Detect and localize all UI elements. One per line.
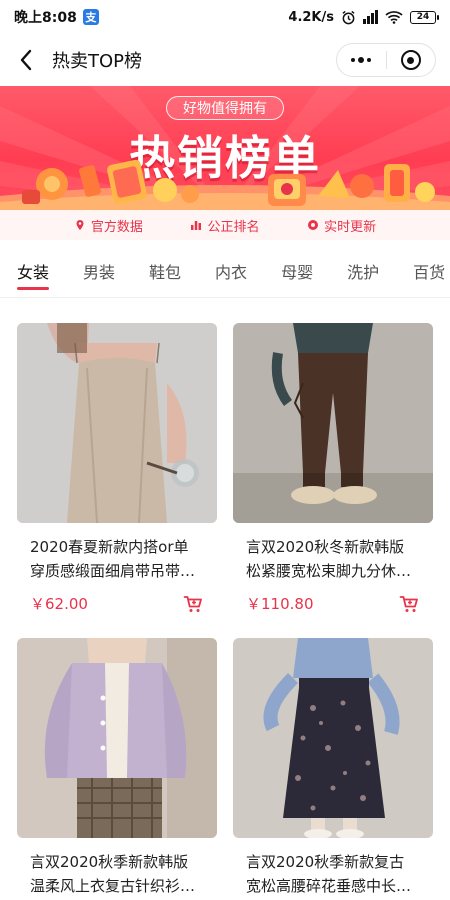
tab-mother-baby[interactable]: 母婴 [281,246,313,296]
feature-label: 实时更新 [324,219,377,235]
mini-program-capsule [336,43,436,77]
more-button[interactable] [337,44,386,76]
feature-fair-ranking: 公正排名 [190,216,259,235]
more-dots-icon [351,57,372,63]
feature-realtime-update: 实时更新 [307,216,376,235]
refresh-dot-icon [308,220,319,230]
feature-label: 公正排名 [207,219,260,235]
beige-satin-camisole-photo [17,323,217,523]
product-title-line1: 言双2020秋季新款韩版 [30,853,189,871]
app-notification-icon: 支 [82,9,99,25]
product-title: 言双2020秋季新款复古 宽松高腰碎花垂感中长… [233,850,433,898]
network-speed: 4.2K/s [288,9,334,25]
feature-label: 官方数据 [90,219,143,235]
tab-personal-care[interactable]: 洗护 [347,246,379,296]
floral-midi-skirt-photo [233,638,433,838]
page-title: 热卖TOP榜 [52,51,143,72]
feature-official-data: 官方数据 [74,216,143,235]
product-image[interactable] [233,323,433,523]
alarm-icon [342,10,355,24]
feature-strip: 官方数据 公正排名 实时更新 [0,210,450,240]
signal-icon [363,10,378,24]
tab-mens-clothing[interactable]: 男装 [83,246,115,296]
close-mini-program-button[interactable] [387,44,436,76]
brown-jogger-pants-photo [233,323,433,523]
chevron-left-icon [20,49,32,71]
lilac-knit-cardigan-photo [17,638,217,838]
product-title-line2: 温柔风上衣复古针织衫… [30,877,196,895]
product-card[interactable]: 言双2020秋冬新款韩版 松紧腰宽松束脚九分休… ￥110.80 [233,323,433,614]
category-tabs: 女装 男装 鞋包 内衣 母婴 洗护 百货 [0,246,450,296]
product-title: 2020春夏新款内搭or单 穿质感缎面细肩带吊带… [17,535,217,583]
product-title-line1: 言双2020秋季新款复古 [246,853,405,871]
product-card[interactable]: 言双2020秋季新款复古 宽松高腰碎花垂感中长… [233,638,433,898]
product-image[interactable] [17,323,217,523]
tabs-divider [0,297,450,298]
product-title-line1: 言双2020秋冬新款韩版 [246,538,405,556]
target-icon [400,50,421,70]
tab-womens-clothing[interactable]: 女装 [17,246,50,296]
bar-chart-icon [191,221,202,230]
product-title-line1: 2020春夏新款内搭or单 [30,538,189,556]
add-to-cart-icon[interactable] [399,594,419,614]
wifi-icon [385,11,403,24]
product-title: 言双2020秋冬新款韩版 松紧腰宽松束脚九分休… [233,535,433,583]
tab-general-goods[interactable]: 百货 [413,246,445,296]
product-title-line2: 松紧腰宽松束脚九分休… [246,562,412,580]
status-bar: 晚上8:08 支 4.2K/s 24 [0,0,450,34]
product-title: 言双2020秋季新款韩版 温柔风上衣复古针织衫… [17,850,217,898]
tab-shoes-bags[interactable]: 鞋包 [149,246,181,296]
product-title-line2: 穿质感缎面细肩带吊带… [30,562,196,580]
location-pin-icon [76,220,84,230]
banner-products-illustration [22,159,435,206]
product-price: ￥110.80 [246,595,314,613]
tab-underwear[interactable]: 内衣 [215,246,247,296]
status-time: 晚上8:08 [14,10,77,26]
battery-icon: 24 [410,10,439,24]
product-price: ￥62.00 [30,595,88,613]
product-card[interactable]: 2020春夏新款内搭or单 穿质感缎面细肩带吊带… ￥62.00 [17,323,217,614]
nav-bar: 热卖TOP榜 [0,34,450,86]
add-to-cart-icon[interactable] [183,594,203,614]
back-button[interactable] [14,45,38,75]
product-image[interactable] [17,638,217,838]
product-card[interactable]: 言双2020秋季新款韩版 温柔风上衣复古针织衫… [17,638,217,898]
battery-level: 24 [416,12,430,22]
hot-sales-banner: 好物值得拥有 热销榜单 [0,86,450,210]
product-title-line2: 宽松高腰碎花垂感中长… [246,877,412,895]
product-image[interactable] [233,638,433,838]
